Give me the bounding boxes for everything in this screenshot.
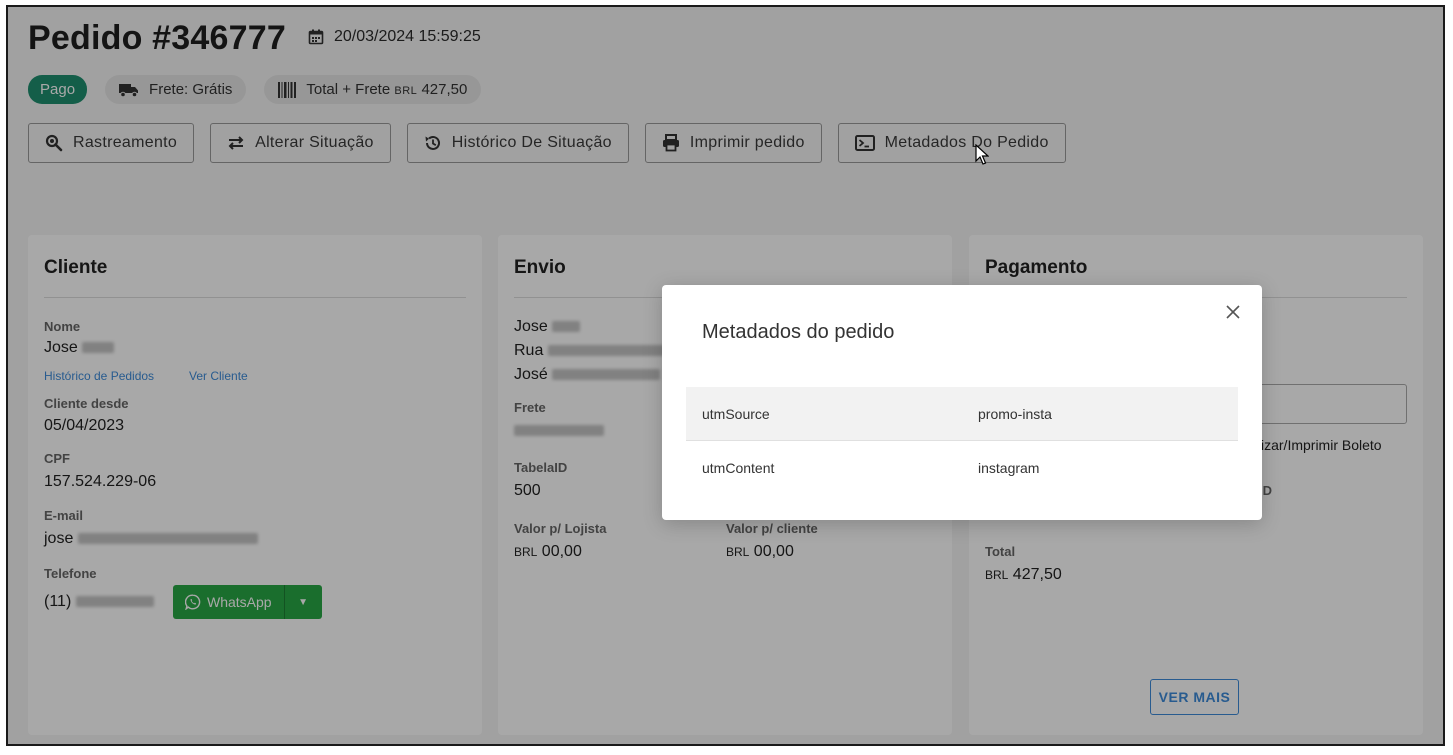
metadata-value: instagram <box>978 460 1040 476</box>
table-row: utmSource promo-insta <box>686 387 1238 441</box>
close-icon <box>1226 305 1240 319</box>
app-frame: Pedido #346777 20/03/2024 15:59:25 Pago <box>6 5 1445 746</box>
metadata-key: utmContent <box>702 460 775 476</box>
table-row: utmContent instagram <box>686 441 1238 495</box>
metadata-key: utmSource <box>702 405 770 422</box>
order-metadata-modal: Metadados do pedido utmSource promo-inst… <box>662 285 1262 520</box>
modal-title: Metadados do pedido <box>702 321 895 343</box>
metadata-value: promo-insta <box>978 405 1052 422</box>
close-button[interactable] <box>1222 301 1244 323</box>
mouse-cursor-icon <box>975 144 989 165</box>
metadata-table: utmSource promo-insta utmContent instagr… <box>686 387 1238 495</box>
